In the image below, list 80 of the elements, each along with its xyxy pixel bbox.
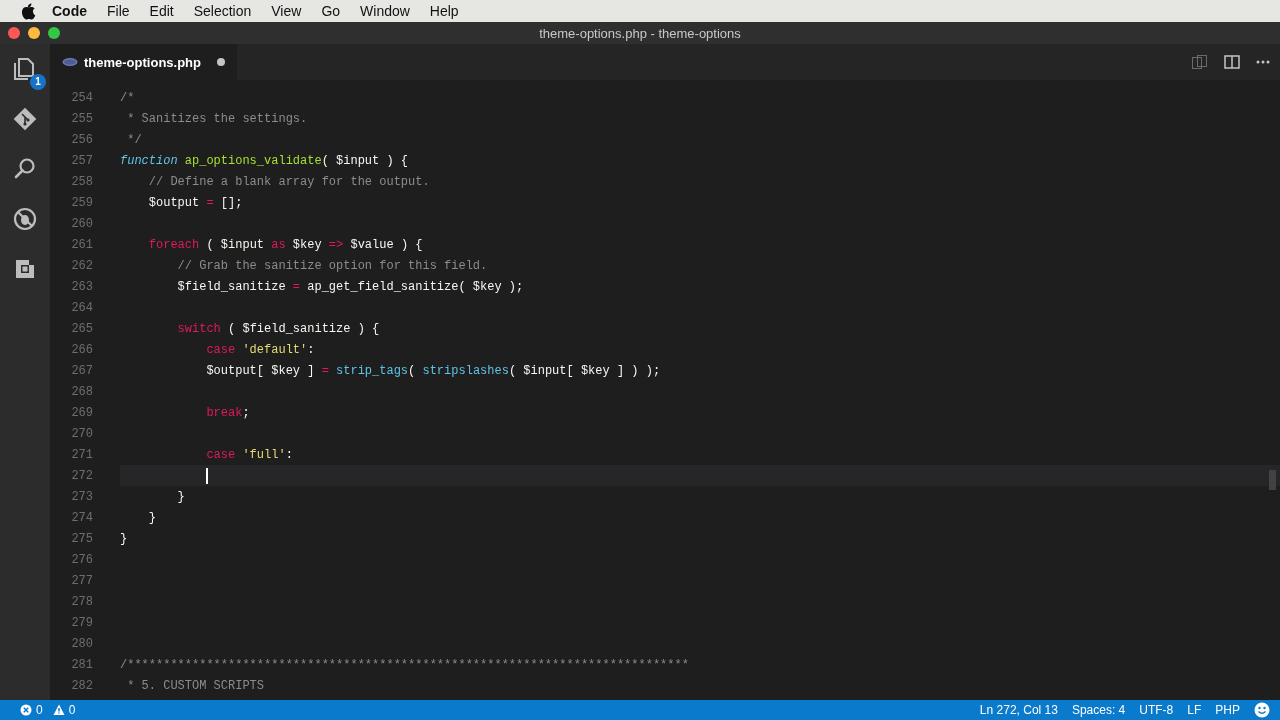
line-number: 280 [70, 636, 93, 651]
line-number: 261 [70, 237, 93, 252]
line-number: 263 [70, 279, 93, 294]
line-number: 258 [70, 174, 93, 189]
line-number: 265 [70, 321, 93, 336]
code-line: */ [126, 132, 142, 147]
status-item[interactable]: UTF-8 [1139, 703, 1174, 717]
line-number: 279 [70, 615, 93, 630]
code-line: /* [120, 90, 135, 105]
code-line: * Sanitizes the settings. [126, 111, 308, 126]
more-actions-icon[interactable] [1256, 60, 1270, 64]
code-line: } [120, 531, 128, 546]
code-line: switch ( $field_sanitize ) { [176, 321, 380, 336]
code-line: } [147, 510, 156, 525]
menu-item[interactable]: Edit [139, 0, 184, 22]
code-line: $output[ $key ] = strip_tags( stripslashes( $input[ $key ] ) ); [205, 363, 661, 378]
app-menu[interactable]: Code [42, 0, 97, 22]
line-number: 259 [70, 195, 93, 210]
text-cursor [206, 467, 208, 484]
line-number: 266 [70, 342, 93, 357]
status-item[interactable]: PHP [1215, 703, 1240, 717]
code-line: foreach ( $input as $key => $value ) { [147, 237, 423, 252]
line-number: 275 [70, 531, 93, 546]
code-line: $output = []; [147, 195, 243, 210]
code-line: function ap_options_validate( $input ) { [120, 153, 409, 168]
menu-item[interactable]: Selection [183, 0, 262, 22]
apple-logo-icon [20, 2, 36, 20]
warning-count: 0 [68, 703, 76, 717]
line-number: 262 [70, 258, 93, 273]
smiley-icon[interactable] [1254, 702, 1270, 718]
menu-item[interactable]: File [97, 0, 140, 22]
menu-item[interactable]: View [261, 0, 312, 22]
bug-icon[interactable] [12, 206, 38, 232]
line-number: 277 [70, 573, 93, 588]
line-number: 256 [70, 132, 93, 147]
code-line: * 5. CUSTOM SCRIPTS [126, 678, 265, 693]
line-number: 260 [70, 216, 93, 231]
code-line: } [176, 489, 185, 504]
code-line: case 'full': [205, 447, 293, 462]
minimize-button[interactable] [28, 27, 40, 39]
line-number: 270 [70, 426, 93, 441]
window-title: theme-options.php - theme-options [539, 25, 741, 41]
code-line: // Grab the sanitize option for this field. [176, 258, 488, 273]
code-line: case 'default': [205, 342, 315, 357]
line-number: 272 [70, 468, 93, 483]
line-number: 269 [70, 405, 93, 420]
php-file-icon [62, 56, 78, 68]
menu-item[interactable]: Help [419, 0, 469, 22]
line-number: 254 [70, 90, 93, 105]
code-line: break; [205, 405, 250, 420]
line-number: 257 [70, 153, 93, 168]
line-number: 273 [70, 489, 93, 504]
line-number: 271 [70, 447, 93, 462]
code-line: $field_sanitize = ap_get_field_sanitize( $key ); [176, 279, 524, 294]
line-number: 278 [70, 594, 93, 609]
warning-icon [52, 704, 65, 716]
count-badge: 1 [30, 74, 46, 90]
line-number: 281 [70, 657, 93, 672]
close-button[interactable] [8, 27, 20, 39]
status-item[interactable]: Ln 272, Col 13 [979, 703, 1058, 717]
scrollbar-thumb[interactable] [1269, 470, 1276, 490]
menu-item[interactable]: Window [350, 0, 420, 22]
line-number: 267 [70, 363, 93, 378]
open-changes-icon[interactable] [1191, 54, 1208, 70]
line-number: 276 [70, 552, 93, 567]
code-line: // Define a blank array for the output. [147, 174, 430, 189]
status-item[interactable]: Spaces: 4 [1071, 703, 1126, 717]
menu-item[interactable]: Go [311, 0, 351, 22]
line-number: 282 [70, 678, 93, 693]
line-number: 274 [70, 510, 93, 525]
zoom-button[interactable] [48, 27, 60, 39]
error-icon [20, 704, 32, 716]
line-number: 264 [70, 300, 93, 315]
status-item[interactable]: LF [1187, 703, 1202, 717]
editor-tab[interactable]: theme-options.php [50, 44, 237, 80]
split-editor-icon[interactable] [1224, 54, 1240, 70]
line-number: 255 [70, 111, 93, 126]
error-count: 0 [36, 703, 43, 717]
line-number: 268 [70, 384, 93, 399]
code-line: /****************************************************************************** [120, 657, 689, 672]
